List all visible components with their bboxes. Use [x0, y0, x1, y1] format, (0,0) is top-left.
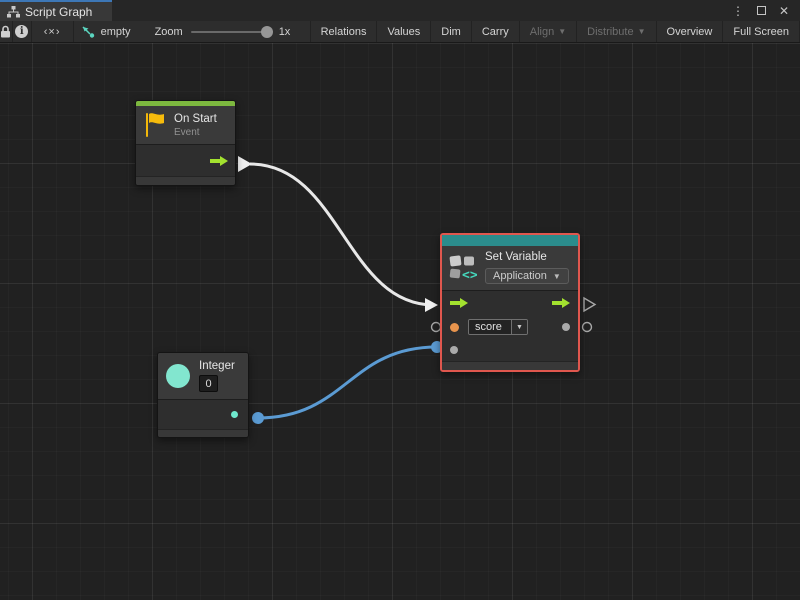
connection-values-button[interactable]: ‹×› — [32, 21, 74, 42]
node-integer[interactable]: Integer 0 — [157, 352, 249, 438]
on-start-ports — [136, 145, 235, 176]
lock-icon — [0, 25, 11, 38]
svg-text:<>: <> — [462, 268, 477, 281]
overview-button[interactable]: Overview — [657, 21, 724, 42]
info-icon: i — [15, 25, 28, 38]
close-icon[interactable]: ✕ — [776, 3, 792, 19]
dim-button[interactable]: Dim — [431, 21, 472, 42]
lock-button[interactable] — [0, 21, 13, 42]
connection-layer — [0, 43, 800, 600]
integer-value-field[interactable]: 0 — [199, 375, 218, 392]
variable-name-select[interactable]: score ▼ — [468, 319, 528, 335]
graph-toolbar: i ‹×› empty Zoom 1x Relations Values Dim… — [0, 21, 800, 43]
control-output-port[interactable] — [552, 298, 570, 308]
selection-pointer-icon — [82, 26, 96, 38]
control-output-port[interactable] — [210, 156, 228, 166]
variable-name-value: score — [469, 320, 511, 334]
set-variable-outer-output-circle[interactable] — [583, 323, 592, 332]
zoom-value: 1x — [279, 26, 291, 38]
connection-control-wire[interactable] — [250, 164, 434, 305]
integer-output-port[interactable] — [231, 411, 238, 418]
node-title: On Start — [174, 113, 217, 125]
value-input-port[interactable] — [450, 346, 458, 354]
tab-label: Script Graph — [25, 5, 92, 19]
tab-script-graph[interactable]: Script Graph — [0, 0, 112, 21]
graph-canvas[interactable]: On Start Event <> Set Variable — [0, 43, 800, 600]
integer-ports — [158, 400, 248, 429]
window-titlebar: Script Graph ⋮ ✕ — [0, 0, 800, 21]
variable-name-port[interactable] — [450, 323, 459, 332]
on-start-header: On Start Event — [136, 106, 235, 144]
zoom-slider-handle[interactable] — [261, 26, 273, 38]
on-start-outer-port-arrow[interactable] — [238, 156, 252, 172]
carry-button[interactable]: Carry — [472, 21, 520, 42]
node-on-start[interactable]: On Start Event — [135, 100, 236, 186]
chevron-down-icon: ▼ — [638, 27, 646, 36]
values-button[interactable]: Values — [377, 21, 431, 42]
selection-label: empty — [101, 26, 131, 38]
toolbar-middle-segment: empty Zoom 1x — [74, 21, 311, 42]
graph-hierarchy-icon — [7, 6, 20, 18]
set-variable-ports: score ▼ — [442, 291, 578, 361]
zoom-label: Zoom — [155, 26, 183, 38]
code-icon: ‹×› — [44, 26, 61, 38]
zoom-control: Zoom 1x — [155, 26, 291, 38]
chevron-down-icon[interactable]: ▼ — [511, 320, 527, 334]
control-input-port[interactable] — [450, 298, 468, 308]
distribute-dropdown-button[interactable]: Distribute ▼ — [577, 21, 656, 42]
relations-button[interactable]: Relations — [311, 21, 378, 42]
zoom-slider[interactable] — [191, 31, 271, 33]
align-dropdown-button[interactable]: Align ▼ — [520, 21, 577, 42]
value-output-port[interactable] — [562, 323, 570, 331]
connection-value-wire[interactable] — [258, 347, 437, 418]
chevron-down-icon: ▼ — [558, 27, 566, 36]
connection-arrowhead — [425, 298, 438, 312]
variable-scope-dropdown[interactable]: Application ▼ — [485, 268, 569, 284]
node-title: Integer — [199, 360, 235, 372]
fullscreen-button[interactable]: Full Screen — [723, 21, 800, 42]
node-set-variable[interactable]: <> Set Variable Application ▼ — [440, 233, 580, 372]
info-button[interactable]: i — [13, 21, 32, 42]
integer-footer — [158, 429, 248, 437]
variable-color-bar — [442, 235, 578, 246]
set-variable-header: <> Set Variable Application ▼ — [442, 246, 578, 290]
node-title: Set Variable — [485, 251, 569, 263]
value-wire-start-dot — [252, 412, 264, 424]
set-variable-outer-exit-triangle[interactable] — [584, 298, 595, 311]
variables-icon: <> — [449, 254, 477, 281]
maximize-icon[interactable] — [753, 3, 769, 19]
selection-indicator: empty — [82, 26, 131, 38]
node-subtitle: Event — [174, 127, 217, 138]
integer-header: Integer 0 — [158, 353, 248, 399]
flag-icon — [144, 112, 166, 138]
window-controls: ⋮ ✕ — [730, 0, 800, 21]
window-menu-icon[interactable]: ⋮ — [730, 3, 746, 19]
integer-type-icon — [166, 364, 190, 388]
on-start-footer — [136, 176, 235, 185]
chevron-down-icon: ▼ — [553, 272, 561, 281]
set-variable-footer — [442, 361, 578, 370]
